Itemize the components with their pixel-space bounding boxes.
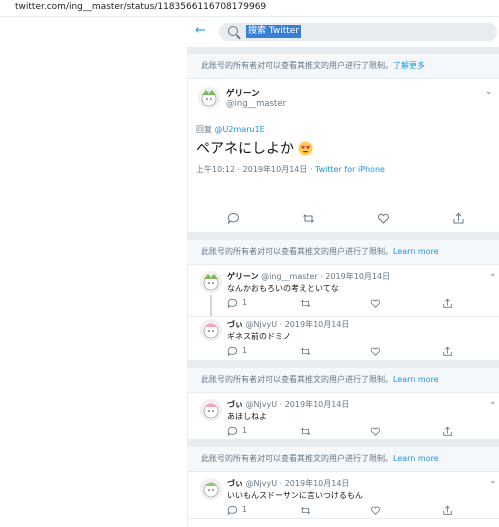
like-icon[interactable] xyxy=(370,426,384,440)
browser-address-bar[interactable]: twitter.com/ing__master/status/118356611… xyxy=(0,0,499,17)
like-icon[interactable] xyxy=(370,505,384,519)
search-input[interactable]: 搜索 Twitter xyxy=(219,23,497,41)
back-arrow-icon[interactable]: ← xyxy=(195,23,206,38)
tweet-text: ペアネにしよか xyxy=(196,138,313,158)
chevron-down-icon[interactable]: ⌄ xyxy=(485,87,493,97)
tweet-header: づぃ @NjvyU · 2019年10月14日 xyxy=(227,320,350,329)
share-icon[interactable] xyxy=(442,346,456,360)
tweet-text: いいもんスドーサンに言いつけるもん xyxy=(227,491,363,500)
reply-icon[interactable] xyxy=(227,426,241,440)
tweet-text: ギネス前のドミノ xyxy=(227,332,291,341)
tweet-text: なんかおもろいの考えといてな xyxy=(227,284,339,293)
reply-count: 1 xyxy=(242,346,248,355)
reply-icon[interactable] xyxy=(227,212,241,226)
tweet-actions: 1 xyxy=(187,298,499,310)
author-handle[interactable]: @ing__master xyxy=(226,99,286,109)
retweet-icon[interactable] xyxy=(300,505,314,519)
avatar[interactable] xyxy=(198,87,220,109)
tweet-meta: 上午10:12 · 2019年10月14日 · Twitter for iPho… xyxy=(196,165,385,174)
search-icon xyxy=(228,26,238,36)
share-icon[interactable] xyxy=(452,212,466,226)
url-text[interactable]: twitter.com/ing__master/status/118356611… xyxy=(15,2,266,12)
tweet-actions xyxy=(187,212,499,226)
restriction-notice: 此账号的所有者对可以查看其推文的用户进行了限制。Learn more xyxy=(187,447,499,472)
chevron-down-icon[interactable]: ⌄ xyxy=(489,476,497,486)
restriction-notice: 此账号的所有者对可以查看其推文的用户进行了限制。Learn more xyxy=(187,368,499,393)
tweet-header: づぃ @NjvyU · 2019年10月14日 xyxy=(227,400,350,409)
reply-to-link[interactable]: @U2maru1E xyxy=(215,125,265,134)
learn-more-link[interactable]: Learn more xyxy=(393,247,439,256)
learn-more-link[interactable]: Learn more xyxy=(393,454,439,463)
tweet-header: づぃ @NjvyU · 2019年10月14日 xyxy=(227,479,350,488)
reply-tweet[interactable]: づぃ @NjvyU · 2019年10月14日 ギネス前のドミノ 1 xyxy=(187,317,499,361)
like-icon[interactable] xyxy=(370,298,384,312)
tweet-actions: 1 xyxy=(187,346,499,358)
left-column xyxy=(0,17,188,527)
focus-tweet: ゲリーン @ing__master ⌄ 回复 @U2maru1E ペアネにしよか… xyxy=(187,79,499,233)
reply-icon[interactable] xyxy=(227,505,241,519)
like-icon[interactable] xyxy=(377,212,391,226)
reply-count: 1 xyxy=(242,505,248,514)
restriction-notice: 此账号的所有者对可以查看其推文的用户进行了限制。Learn more xyxy=(187,240,499,265)
reply-tweet[interactable]: づぃ @NjvyU · 2019年10月14日 ⌄ あほしねよ 1 xyxy=(187,393,499,440)
reply-icon[interactable] xyxy=(227,298,241,312)
chevron-down-icon[interactable]: ⌄ xyxy=(489,269,497,279)
share-icon[interactable] xyxy=(442,505,456,519)
page-header: ← 搜索 Twitter xyxy=(187,17,499,48)
share-icon[interactable] xyxy=(442,426,456,440)
avatar[interactable] xyxy=(200,399,222,421)
reply-tweet[interactable]: づぃ @NjvyU · 2019年10月14日 ⌄ いいもんスドーサンに言いつけ… xyxy=(187,472,499,519)
share-icon[interactable] xyxy=(442,298,456,312)
retweet-icon[interactable] xyxy=(300,298,314,312)
retweet-icon[interactable] xyxy=(300,426,314,440)
search-placeholder[interactable]: 搜索 Twitter xyxy=(246,25,302,38)
reply-icon[interactable] xyxy=(227,346,241,360)
avatar[interactable] xyxy=(200,271,222,293)
reply-count: 1 xyxy=(242,298,248,307)
reply-tweet[interactable]: ゲリーン @ing__master · 2019年10月14日 ⌄ なんかおもろ… xyxy=(187,265,499,317)
retweet-icon[interactable] xyxy=(300,346,314,360)
avatar[interactable] xyxy=(200,319,222,341)
tweet-header: ゲリーン @ing__master · 2019年10月14日 xyxy=(227,272,391,281)
reply-count: 1 xyxy=(242,426,248,435)
chevron-down-icon[interactable]: ⌄ xyxy=(489,397,497,407)
tweet-actions: 1 xyxy=(187,505,499,517)
source-link[interactable]: Twitter for iPhone xyxy=(315,165,385,174)
retweet-icon[interactable] xyxy=(302,212,316,226)
reply-context: 回复 @U2maru1E xyxy=(196,125,265,134)
tweet-actions: 1 xyxy=(187,426,499,438)
tweet-text: あほしねよ xyxy=(227,412,267,421)
learn-more-link[interactable]: 了解更多 xyxy=(393,61,425,70)
learn-more-link[interactable]: Learn more xyxy=(393,375,439,384)
avatar[interactable] xyxy=(200,478,222,500)
heart-eyes-emoji-icon xyxy=(298,141,313,156)
like-icon[interactable] xyxy=(370,346,384,360)
restriction-notice: 此账号的所有者对可以查看其推文的用户进行了限制。了解更多 xyxy=(187,54,499,79)
author-name[interactable]: ゲリーン xyxy=(226,87,260,99)
main-column: 此账号的所有者对可以查看其推文的用户进行了限制。了解更多 ゲリーン @ing__… xyxy=(187,47,499,519)
